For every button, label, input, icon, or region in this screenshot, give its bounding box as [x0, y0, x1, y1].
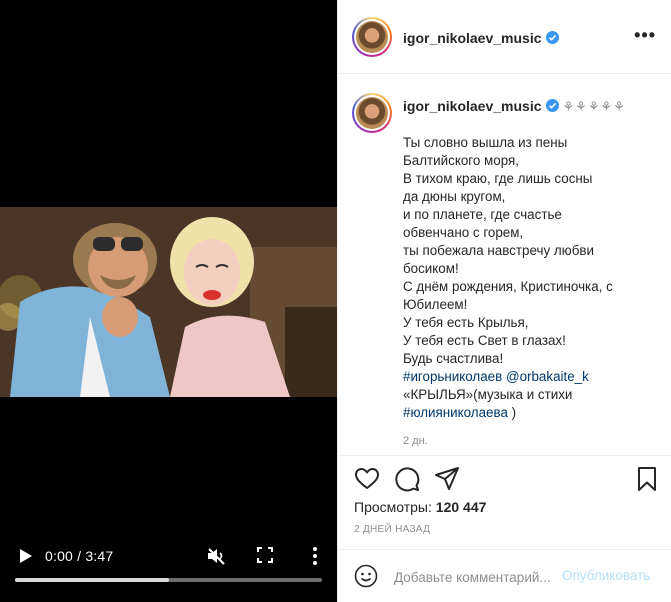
caption-line: обвенчано с горем, [403, 225, 524, 240]
caption-line: и по планете, где счастье [403, 207, 562, 222]
caption-username-text[interactable]: igor_nikolaev_music [403, 98, 542, 114]
credits-close: ) [507, 405, 517, 420]
caption-credits-tag-line: #юлияниколаева ) [403, 404, 658, 422]
caption-tags-line: #игорьниколаев @orbakaite_k [403, 368, 658, 386]
caption-line: босиком! [403, 261, 459, 276]
mention-link[interactable]: @orbakaite_k [506, 369, 589, 384]
video-progress-bar[interactable] [15, 578, 322, 582]
avatar[interactable] [352, 17, 392, 57]
caption-line: У тебя есть Свет в глазах! [403, 333, 566, 348]
header-username-text[interactable]: igor_nikolaev_music [403, 30, 542, 46]
publish-button[interactable]: Опубликовать [562, 568, 650, 583]
muted-speaker-icon[interactable] [206, 546, 226, 566]
post-side-panel: igor_nikolaev_music ••• igor_nikolaev_mu… [337, 0, 671, 602]
views-count[interactable]: Просмотры: 120 447 [354, 499, 486, 515]
caption-username[interactable]: igor_nikolaev_music ⚘⚘⚘⚘⚘ [403, 98, 626, 115]
views-label: Просмотры: [354, 499, 432, 515]
comment-icon[interactable] [394, 466, 420, 492]
caption-line: Балтийского моря, [403, 153, 519, 168]
caption-line: В тихом краю, где лишь сосны [403, 171, 593, 186]
post-age[interactable]: 2 дн. [403, 435, 428, 447]
caption-line: У тебя есть Крылья, [403, 315, 529, 330]
more-options-icon[interactable]: ••• [634, 26, 656, 44]
video-player[interactable]: 0:00 / 3:47 [0, 0, 337, 602]
heart-icon[interactable] [354, 466, 380, 492]
video-time: 0:00 / 3:47 [45, 548, 113, 564]
post-timestamp[interactable]: 2 ДНЕЙ НАЗАД [354, 524, 430, 535]
hashtag-link[interactable]: #юлияниколаева [403, 405, 508, 420]
fullscreen-icon[interactable] [256, 546, 274, 564]
caption-line: да дюны кругом, [403, 189, 506, 204]
caption-line: С днём рождения, Кристиночка, с [403, 279, 613, 294]
caption-line: Юбилеем! [403, 297, 468, 312]
emoji-icon[interactable] [354, 564, 378, 588]
video-still-image [0, 207, 337, 397]
more-vertical-icon[interactable] [306, 546, 324, 566]
bookmark-icon[interactable] [634, 466, 660, 492]
views-number: 120 447 [435, 499, 487, 515]
video-progress-fill [15, 578, 169, 582]
header-username[interactable]: igor_nikolaev_music [403, 30, 559, 46]
verified-badge-icon [545, 31, 559, 44]
time-total: 3:47 [85, 548, 114, 564]
hashtag-link[interactable]: #игорьниколаев [403, 369, 502, 384]
play-icon[interactable] [16, 547, 34, 565]
caption-line: Ты словно вышла из пены [403, 135, 568, 150]
post-header: igor_nikolaev_music ••• [338, 0, 671, 74]
comment-bar: Опубликовать [338, 549, 671, 602]
comment-input[interactable] [394, 567, 560, 587]
verified-badge-icon [545, 99, 559, 112]
flowers-emoji: ⚘⚘⚘⚘⚘ [562, 99, 626, 114]
post-caption: Ты словно вышла из пены Балтийского моря… [403, 134, 658, 422]
video-controls: 0:00 / 3:47 [0, 540, 337, 602]
caption-avatar[interactable] [352, 93, 392, 133]
caption-line: ты побежала навстречу любви [403, 243, 594, 258]
time-current: 0:00 [45, 548, 74, 564]
post-actions: Просмотры: 120 447 2 ДНЕЙ НАЗАД [338, 455, 671, 555]
share-icon[interactable] [434, 466, 460, 492]
video-frame[interactable] [0, 207, 337, 397]
post-caption-area: igor_nikolaev_music ⚘⚘⚘⚘⚘ Ты словно вышла… [338, 75, 671, 455]
caption-credits-line: «КРЫЛЬЯ»(музыка и стихи [403, 387, 573, 402]
caption-line: Будь счастлива! [403, 351, 504, 366]
